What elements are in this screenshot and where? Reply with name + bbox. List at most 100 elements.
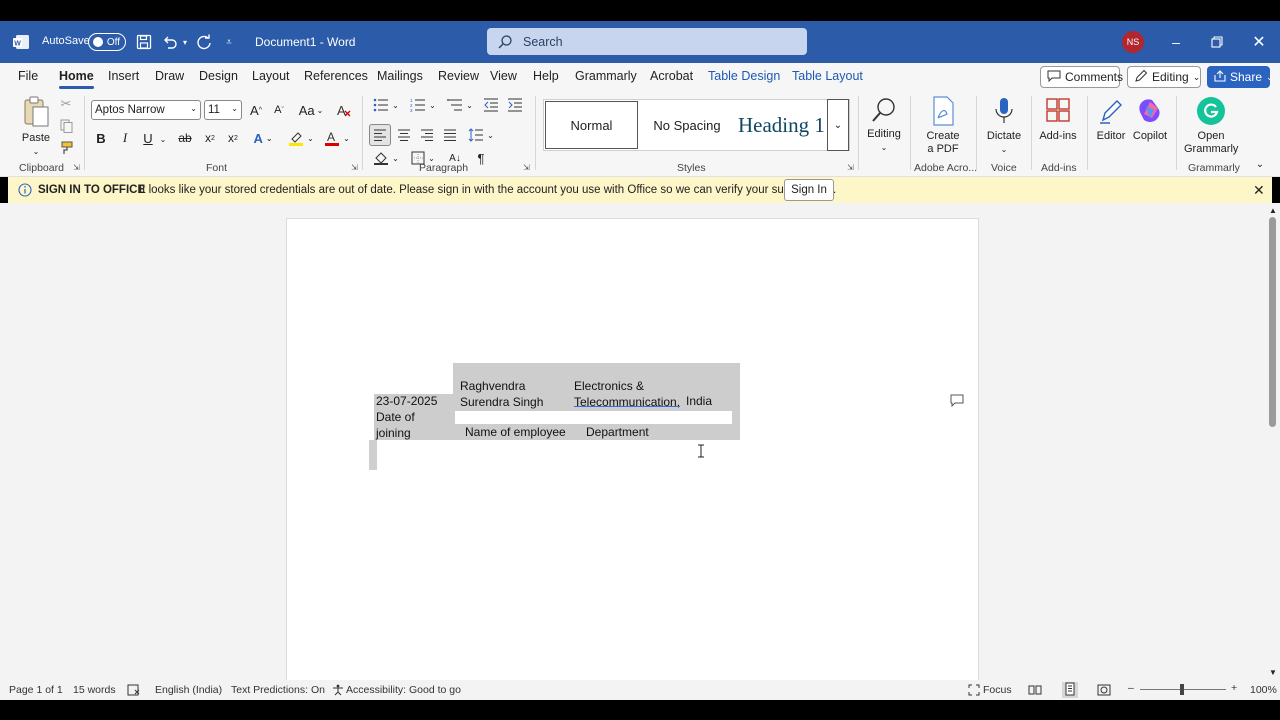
tab-insert[interactable]: Insert	[108, 69, 139, 83]
align-right-icon[interactable]	[418, 125, 436, 145]
focus-button[interactable]: Focus	[983, 684, 1012, 696]
redo-icon[interactable]	[194, 32, 214, 52]
web-layout-icon[interactable]	[1097, 684, 1111, 699]
word-count[interactable]: 15 words	[73, 684, 116, 696]
zoom-level[interactable]: 100%	[1250, 684, 1277, 696]
close-icon[interactable]: ✕	[1253, 182, 1265, 199]
tab-draw[interactable]: Draw	[155, 69, 184, 83]
font-launcher-icon[interactable]: ⇲	[351, 163, 360, 172]
tab-file[interactable]: File	[18, 69, 38, 83]
font-color-icon[interactable]: A ⌄	[322, 128, 352, 148]
collapse-ribbon-icon[interactable]: ⌄	[1253, 158, 1267, 170]
copy-icon[interactable]	[58, 118, 74, 134]
justify-icon[interactable]	[441, 125, 459, 145]
close-window-icon[interactable]: ✕	[1249, 32, 1269, 52]
chevron-down-icon[interactable]: ⌄	[158, 130, 168, 148]
print-layout-icon[interactable]	[1062, 682, 1078, 698]
change-case-icon[interactable]: Aa ⌄	[297, 100, 325, 120]
tab-acrobat[interactable]: Acrobat	[650, 69, 693, 83]
avatar[interactable]: NS	[1122, 31, 1144, 53]
highlight-icon[interactable]: ⌄	[286, 128, 316, 148]
styles-more-icon[interactable]: ⌄	[827, 99, 849, 151]
text-predictions-status[interactable]: Text Predictions: On	[231, 684, 325, 696]
scroll-thumb[interactable]	[1269, 217, 1276, 427]
font-name-select[interactable]: Aptos Narrow ⌄	[91, 100, 201, 120]
styles-launcher-icon[interactable]: ⇲	[847, 163, 856, 172]
grow-font-icon[interactable]: A ^	[247, 100, 265, 120]
clipboard-launcher-icon[interactable]: ⇲	[73, 163, 82, 172]
increase-indent-icon[interactable]	[506, 96, 524, 114]
share-button[interactable]: Share ⌄	[1207, 66, 1274, 88]
tab-table-design[interactable]: Table Design	[708, 69, 780, 83]
chevron-down-icon: ⌄	[32, 147, 40, 156]
bold-icon[interactable]: B	[93, 129, 109, 147]
page-count[interactable]: Page 1 of 1	[9, 684, 63, 696]
comments-button[interactable]: Comments	[1040, 66, 1123, 88]
read-mode-icon[interactable]	[1028, 684, 1042, 699]
open-grammarly-button[interactable]: Open Grammarly	[1182, 96, 1240, 156]
document-page[interactable]	[286, 218, 979, 688]
editing-mode-button[interactable]: Editing ⌄	[1127, 66, 1201, 88]
paragraph-launcher-icon[interactable]: ⇲	[523, 163, 532, 172]
restore-icon[interactable]	[1207, 32, 1227, 52]
italic-icon[interactable]: I	[117, 129, 133, 147]
undo-icon[interactable]	[160, 32, 180, 52]
editing-button[interactable]: Editing ⌄	[864, 96, 904, 154]
text-effects-icon[interactable]: A ⌄	[249, 128, 277, 148]
underline-icon[interactable]: U	[140, 129, 156, 147]
font-size-select[interactable]: 11 ⌄	[204, 100, 242, 120]
tab-home[interactable]: Home	[59, 69, 94, 89]
search-box[interactable]: Search	[487, 28, 807, 55]
numbering-icon[interactable]: 1 2 3 ⌄	[408, 96, 438, 114]
decrease-indent-icon[interactable]	[482, 96, 500, 114]
pilcrow-icon[interactable]: ¶	[472, 149, 490, 167]
customize-qat-icon[interactable]: ⩡	[222, 32, 236, 52]
accessibility-status[interactable]: Accessibility: Good to go	[346, 684, 461, 696]
font-name-value: Aptos Narrow	[95, 104, 165, 116]
shrink-font-icon[interactable]: Aˇ	[270, 100, 288, 120]
tab-grammarly[interactable]: Grammarly	[575, 69, 637, 83]
tab-table-layout[interactable]: Table Layout	[792, 69, 863, 83]
editor-button[interactable]: Editor	[1093, 96, 1129, 143]
zoom-out-icon[interactable]: –	[1128, 682, 1134, 694]
proofing-icon[interactable]	[127, 684, 141, 699]
tab-help[interactable]: Help	[533, 69, 559, 83]
language-status[interactable]: English (India)	[155, 684, 222, 696]
sign-in-button[interactable]: Sign In	[784, 179, 834, 201]
tab-mailings[interactable]: Mailings	[377, 69, 423, 83]
create-pdf-button[interactable]: Create a PDF	[918, 96, 968, 156]
style-no-spacing[interactable]: No Spacing	[640, 101, 734, 149]
bullets-icon[interactable]: ⌄	[371, 96, 401, 114]
paste-button[interactable]: Paste ⌄	[20, 96, 52, 158]
comment-marker-icon[interactable]	[950, 393, 964, 408]
autosave-toggle[interactable]: Off	[88, 33, 126, 51]
tab-design[interactable]: Design	[199, 69, 238, 83]
format-painter-icon[interactable]	[58, 140, 74, 156]
scroll-down-icon[interactable]: ▼	[1267, 667, 1279, 677]
multilevel-list-icon[interactable]: ⌄	[445, 96, 475, 114]
zoom-slider-thumb[interactable]	[1180, 684, 1184, 695]
addins-button[interactable]: Add-ins	[1037, 96, 1079, 143]
line-spacing-icon[interactable]: ⌄	[466, 125, 496, 145]
tab-references[interactable]: References	[304, 69, 368, 83]
clear-formatting-icon[interactable]: A	[334, 100, 354, 120]
cut-icon[interactable]: ✂	[58, 96, 74, 112]
tab-review[interactable]: Review	[438, 69, 479, 83]
align-left-icon[interactable]	[369, 124, 391, 146]
scroll-up-icon[interactable]: ▲	[1267, 205, 1279, 215]
minimize-icon[interactable]: –	[1166, 32, 1186, 52]
superscript-icon[interactable]: x2	[224, 129, 242, 147]
style-normal[interactable]: Normal	[545, 101, 638, 149]
strikethrough-icon[interactable]: ab	[176, 129, 194, 147]
shading-icon[interactable]: ⌄	[371, 149, 401, 167]
style-heading-1[interactable]: Heading 1	[736, 101, 824, 149]
save-icon[interactable]	[134, 32, 154, 52]
align-center-icon[interactable]	[395, 125, 413, 145]
copilot-button[interactable]: Copilot	[1131, 96, 1169, 143]
undo-dropdown-icon[interactable]: ▾	[180, 35, 190, 49]
tab-layout[interactable]: Layout	[252, 69, 290, 83]
dictate-button[interactable]: Dictate ⌄	[984, 96, 1024, 156]
zoom-in-icon[interactable]: +	[1231, 682, 1237, 694]
subscript-icon[interactable]: x2	[201, 129, 219, 147]
tab-view[interactable]: View	[490, 69, 517, 83]
